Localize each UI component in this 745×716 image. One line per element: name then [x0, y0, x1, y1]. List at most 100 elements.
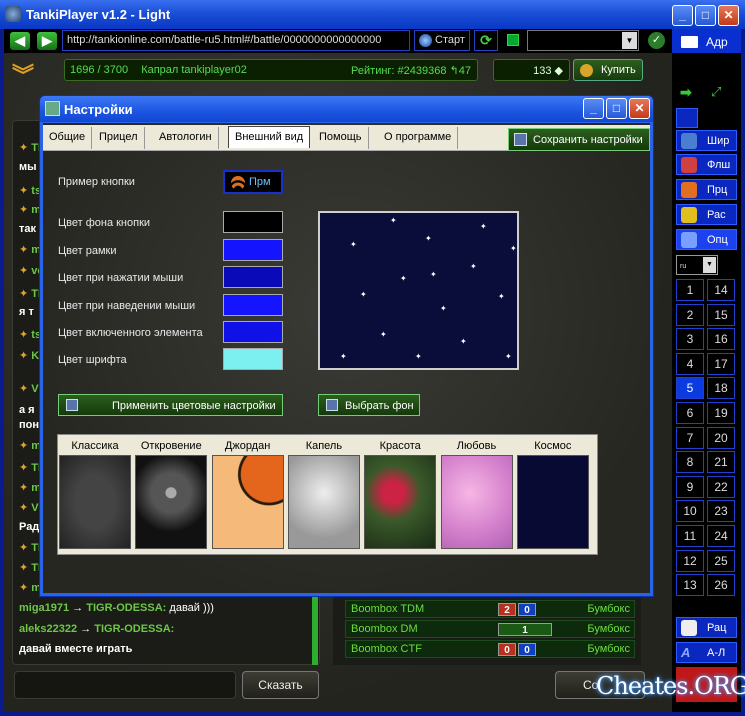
slot-button[interactable]: 4: [676, 352, 704, 375]
chat-recipient[interactable]: TIGR-ODESSA:: [94, 623, 174, 635]
refresh-button[interactable]: ⟳: [474, 30, 498, 51]
slot-button[interactable]: 18: [707, 377, 735, 400]
slot-button[interactable]: 17: [707, 352, 735, 375]
classic-theme-icon[interactable]: [59, 455, 131, 549]
url-input[interactable]: http://tankionline.com/battle-ru5.html#/…: [62, 30, 410, 51]
chat-recipient[interactable]: TIGR-ODESSA:: [86, 602, 166, 614]
slot-button[interactable]: 6: [676, 402, 704, 424]
battle-row[interactable]: Boombox CTF 0 0 Бумбокс: [345, 640, 635, 658]
sidebar-item-0[interactable]: Шир: [676, 130, 737, 151]
slot-button[interactable]: 5: [676, 377, 704, 400]
slot-button[interactable]: 21: [707, 451, 735, 474]
forward-button[interactable]: ▶: [37, 32, 57, 50]
chat-sender[interactable]: miga1971: [19, 602, 69, 614]
slot-button[interactable]: 11: [676, 525, 704, 547]
star-icon: ✦: [360, 290, 367, 299]
camera-icon[interactable]: [676, 108, 698, 128]
say-button[interactable]: Сказать: [242, 671, 319, 699]
slot-button[interactable]: 20: [707, 426, 735, 449]
confirm-button[interactable]: ✓: [648, 32, 665, 49]
color-swatch[interactable]: [223, 266, 283, 288]
slot-button[interactable]: 3: [676, 328, 704, 351]
slot-button[interactable]: 13: [676, 574, 704, 597]
slot-button[interactable]: 25: [707, 549, 735, 572]
apply-colors-button[interactable]: Применить цветовые настройки: [58, 394, 283, 416]
fullscreen-icon[interactable]: ⤢: [711, 84, 733, 100]
slot-button[interactable]: 10: [676, 500, 704, 523]
color-swatch[interactable]: [223, 211, 283, 233]
sidebar-item-2[interactable]: Прц: [676, 179, 737, 200]
server-combo[interactable]: ▼: [527, 30, 639, 51]
rank-icon: ✦: [19, 185, 32, 197]
butterfly-icon[interactable]: [135, 455, 208, 549]
tab-appearance[interactable]: Внешний вид: [228, 126, 311, 148]
slot-button[interactable]: 12: [676, 549, 704, 572]
slot-button[interactable]: 9: [676, 475, 704, 498]
slot-button[interactable]: 7: [676, 426, 704, 449]
slot-button[interactable]: 2: [676, 303, 704, 326]
color-label: Цвет фона кнопки: [58, 217, 151, 229]
chat-input[interactable]: [14, 671, 236, 699]
chat-sender[interactable]: aleks22322: [19, 623, 77, 635]
slot-button[interactable]: 8: [676, 451, 704, 474]
status-square[interactable]: [507, 34, 519, 46]
tab-autologin[interactable]: Автологин: [153, 127, 219, 149]
chat-sender[interactable]: V: [31, 502, 38, 514]
sidebar-item-1[interactable]: Флш: [676, 154, 737, 175]
battle-name: Boombox DM: [351, 623, 418, 635]
sidebar-item-al[interactable]: A А-Л: [676, 642, 737, 663]
dialog-title-bar[interactable]: Настройки _ □ ✕: [40, 96, 653, 122]
slot-button[interactable]: 22: [707, 475, 735, 498]
sidebar-item-label: А-Л: [707, 647, 726, 659]
dialog-maximize-button[interactable]: □: [606, 98, 627, 119]
watermark: Cheates.ORG: [596, 672, 745, 700]
main-title-bar[interactable]: TankiPlayer v1.2 - Light _ □ ✕: [0, 0, 745, 29]
slot-button[interactable]: 14: [707, 279, 735, 301]
flower-icon[interactable]: [364, 455, 437, 549]
maximize-button[interactable]: □: [695, 5, 716, 26]
minimize-button[interactable]: _: [672, 5, 693, 26]
language-select[interactable]: ru ▼: [676, 255, 718, 275]
color-swatch[interactable]: [223, 321, 283, 343]
tab-about[interactable]: О программе: [378, 127, 459, 149]
slot-button[interactable]: 26: [707, 574, 735, 597]
dialog-close-button[interactable]: ✕: [629, 98, 650, 119]
save-settings-button[interactable]: Сохранить настройки: [508, 128, 650, 151]
sidebar-item-3[interactable]: Рас: [676, 204, 737, 225]
slot-button[interactable]: 16: [707, 328, 735, 351]
space-icon[interactable]: [516, 455, 589, 549]
score-value: 0: [518, 643, 536, 656]
sidebar-item-rac[interactable]: Рац: [676, 617, 737, 638]
back-button[interactable]: ◀: [10, 32, 30, 50]
basketball-icon[interactable]: [211, 455, 284, 549]
example-button[interactable]: Прм: [223, 170, 283, 194]
slot-button[interactable]: 24: [707, 525, 735, 547]
battle-score: 1: [498, 623, 554, 637]
color-swatch[interactable]: [223, 348, 283, 370]
rank-icon: ✦: [19, 502, 32, 514]
choose-background-button[interactable]: Выбрать фон: [318, 394, 420, 416]
start-button[interactable]: Старт: [414, 30, 470, 51]
tab-help[interactable]: Помощь: [313, 127, 369, 149]
slot-button[interactable]: 1: [676, 279, 704, 301]
color-swatch[interactable]: [223, 294, 283, 316]
slot-button[interactable]: 23: [707, 500, 735, 523]
slot-button[interactable]: 15: [707, 303, 735, 326]
sidebar-item-4[interactable]: Опц: [676, 229, 737, 250]
arrow-right-icon[interactable]: ➡: [680, 84, 702, 100]
heart-icon[interactable]: [440, 455, 513, 549]
address-button[interactable]: Адр: [672, 29, 741, 53]
close-button[interactable]: ✕: [718, 5, 739, 26]
battle-row[interactable]: Boombox TDM 2 0 Бумбокс: [345, 600, 635, 618]
chat-message: мы: [19, 161, 37, 173]
slot-button[interactable]: 19: [707, 402, 735, 424]
buy-button[interactable]: Купить: [573, 59, 643, 81]
droplet-icon[interactable]: [287, 455, 360, 549]
battle-row[interactable]: Boombox DM 1 Бумбокс: [345, 620, 635, 638]
tab-general[interactable]: Общие: [43, 127, 93, 149]
dialog-minimize-button[interactable]: _: [583, 98, 604, 119]
chat-sender[interactable]: V: [31, 383, 38, 395]
tab-crosshair[interactable]: Прицел: [93, 127, 145, 149]
color-swatch[interactable]: [223, 239, 283, 261]
color-label: Цвет шрифта: [58, 354, 127, 366]
